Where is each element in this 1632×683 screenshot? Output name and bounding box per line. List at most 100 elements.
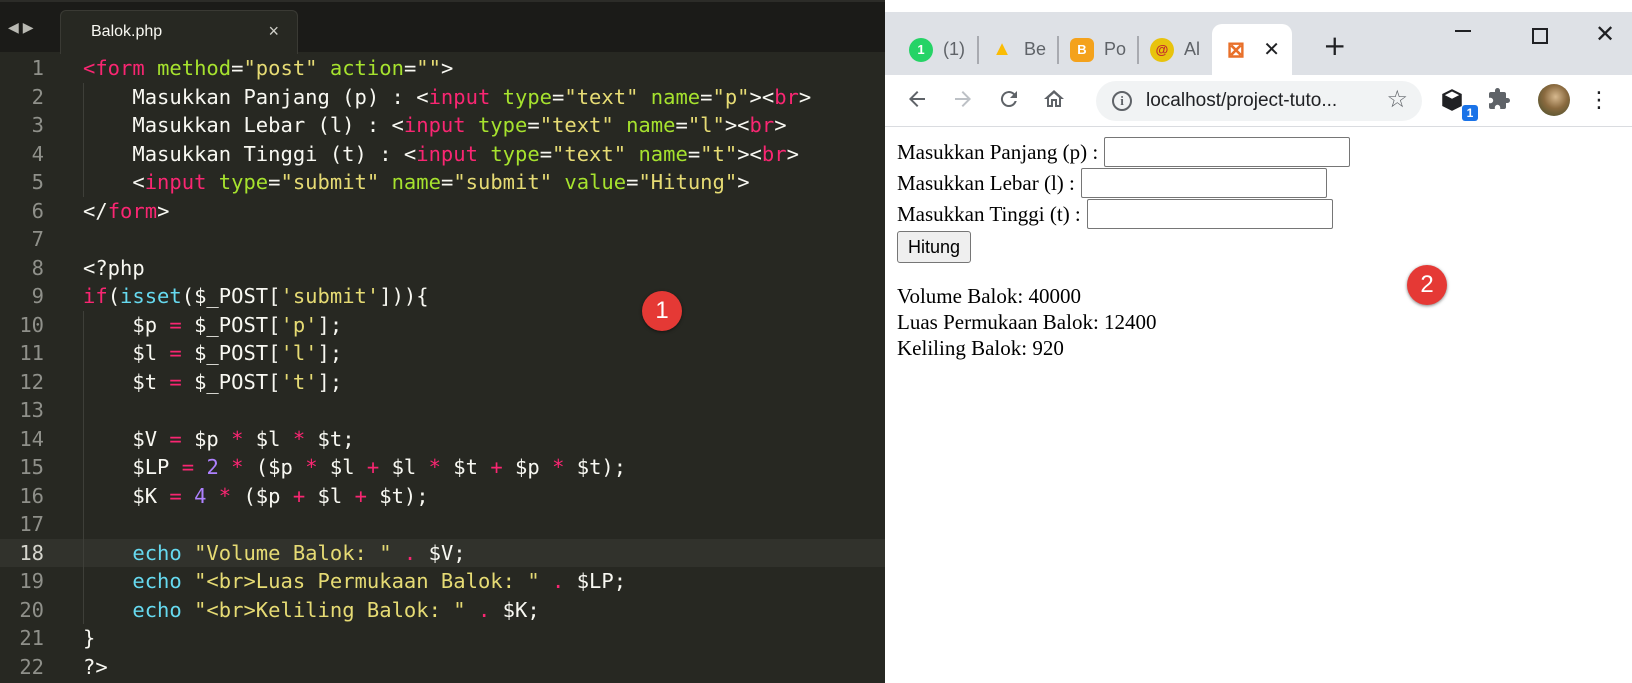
code-line: 20 echo "<br>Keliling Balok: " . $K; <box>0 595 885 624</box>
code-line: 7 <box>0 225 885 254</box>
code-text: <?php <box>83 255 145 280</box>
line-number: 19 <box>19 569 44 593</box>
annotation-marker-2: 2 <box>1407 265 1447 305</box>
new-tab-button[interactable]: + <box>1323 32 1346 60</box>
browser-tab-al[interactable]: @ Al <box>1150 24 1208 75</box>
line-number: 21 <box>19 626 44 650</box>
adsense-icon: ▲ <box>992 38 1012 60</box>
code-line: 14 $V = $p * $l * $t; <box>0 424 885 453</box>
bookmark-star-icon[interactable]: ☆ <box>1386 85 1408 113</box>
editor-tab-title: Balok.php <box>91 23 163 40</box>
address-bar[interactable]: i localhost/project-tuto... ☆ <box>1096 81 1422 121</box>
site-logo-icon: @ <box>1150 37 1174 62</box>
line-number: 8 <box>31 255 44 280</box>
hitung-button[interactable]: Hitung <box>897 231 972 263</box>
code-line: 6 </form> <box>0 197 885 226</box>
line-number: 3 <box>31 113 44 137</box>
line-number: 20 <box>19 597 44 622</box>
browser-tab-blogger[interactable]: B Po <box>1070 24 1130 75</box>
close-icon[interactable]: × <box>268 21 279 42</box>
code-text: $V = $p * $l * $t; <box>83 426 355 451</box>
url-text: localhost/project-tuto... <box>1146 90 1338 111</box>
code-text: echo "<br>Luas Permukaan Balok: " . $LP; <box>132 569 627 593</box>
line-number: 13 <box>19 398 44 422</box>
tinggi-label: Masukkan Tinggi (t) : <box>897 201 1081 226</box>
code-line: 21} <box>0 624 885 653</box>
back-icon[interactable] <box>903 87 931 115</box>
xampp-icon: ⊠ <box>1224 37 1248 62</box>
tinggi-row: Masukkan Tinggi (t) : <box>897 199 1333 229</box>
info-icon[interactable]: i <box>1112 91 1132 111</box>
browser-toolbar: i localhost/project-tuto... ☆ 1 ⋮ <box>885 75 1632 127</box>
tinggi-input[interactable] <box>1086 199 1333 229</box>
line-number: 10 <box>19 312 44 337</box>
code-line: 19 echo "<br>Luas Permukaan Balok: " . $… <box>0 567 885 596</box>
browser-tab-whatsapp[interactable]: 1 (1) <box>909 24 973 75</box>
editor-nav-arrows[interactable]: ◀▶ <box>8 20 38 36</box>
code-text: $t = $_POST['t']; <box>83 369 343 394</box>
lebar-label: Masukkan Lebar (l) : <box>897 170 1075 195</box>
panjang-input[interactable] <box>1104 137 1351 167</box>
browser-tab-title: Al <box>1184 39 1201 59</box>
code-text: $K = 4 * ($p + $l + $t); <box>83 483 429 508</box>
home-icon[interactable] <box>1040 87 1068 115</box>
maximize-icon[interactable] <box>1532 28 1548 44</box>
code-text: <input type="submit" name="submit" value… <box>83 170 750 194</box>
profile-avatar[interactable] <box>1538 84 1570 116</box>
code-line: 11 $l = $_POST['l']; <box>0 339 885 368</box>
window-close-icon[interactable]: ✕ <box>1595 20 1615 48</box>
line-number: 17 <box>19 512 44 536</box>
minimize-icon[interactable] <box>1455 30 1471 32</box>
code-text: <form method="post" action=""> <box>83 56 454 80</box>
extension-badge: 1 <box>1462 105 1478 121</box>
panjang-row: Masukkan Panjang (p) : <box>897 137 1351 167</box>
editor-tab-bar: ◀▶ Balok.php × <box>0 0 885 54</box>
line-number: 4 <box>31 141 44 166</box>
browser-tab-active-xampp[interactable]: ⊠ ✕ <box>1212 24 1292 75</box>
line-number: 18 <box>19 540 44 565</box>
lebar-input[interactable] <box>1080 168 1327 198</box>
forward-icon[interactable] <box>949 87 977 115</box>
code-text: ?> <box>83 654 108 679</box>
code-line: 2 Masukkan Panjang (p) : <input type="te… <box>0 82 885 111</box>
code-editor: ◀▶ Balok.php × 1 <form method="post" acti… <box>0 0 885 683</box>
back-arrow-icon[interactable]: ◀ <box>8 20 23 36</box>
code-line: 3 Masukkan Lebar (l) : <input type="text… <box>0 111 885 140</box>
line-number: 11 <box>19 341 44 365</box>
editor-tab-balok[interactable]: Balok.php × <box>60 10 298 54</box>
close-icon[interactable]: ✕ <box>1263 37 1280 62</box>
code-text: Masukkan Lebar (l) : <input type="text" … <box>83 113 787 137</box>
forward-arrow-icon[interactable]: ▶ <box>23 20 38 36</box>
code-area[interactable]: 1 <form method="post" action=""> 2 Masukk… <box>0 54 885 681</box>
code-line: 4 Masukkan Tinggi (t) : <input type="tex… <box>0 139 885 168</box>
more-menu-icon[interactable]: ⋮ <box>1585 87 1613 115</box>
code-text: Masukkan Tinggi (t) : <input type="text"… <box>83 141 799 166</box>
browser-tab-title: Po <box>1104 39 1127 59</box>
code-line-active: 18 echo "Volume Balok: " . $V; <box>0 538 885 567</box>
code-line: 16 $K = 4 * ($p + $l + $t); <box>0 481 885 510</box>
whatsapp-icon: 1 <box>909 37 933 62</box>
code-line: 22 ?> <box>0 653 885 682</box>
browser-tab-adsense[interactable]: ▲ Be <box>990 24 1050 75</box>
page-content: Masukkan Panjang (p) : Masukkan Lebar (l… <box>885 128 1632 683</box>
code-line: 12 $t = $_POST['t']; <box>0 367 885 396</box>
blogger-icon: B <box>1070 37 1094 62</box>
annotation-marker-1: 1 <box>642 291 682 331</box>
line-number: 15 <box>19 455 44 479</box>
code-line: 17 <box>0 510 885 539</box>
code-line: 8 <?php <box>0 254 885 283</box>
line-number: 14 <box>19 426 44 451</box>
code-text: Masukkan Panjang (p) : <input type="text… <box>83 84 812 109</box>
line-number: 16 <box>19 483 44 508</box>
line-number: 1 <box>31 56 44 80</box>
browser-tab-title: (1) <box>943 39 965 59</box>
line-number: 12 <box>19 369 44 394</box>
line-number: 6 <box>31 198 44 223</box>
code-line: 15 $LP = 2 * ($p * $l + $l * $t + $p * $… <box>0 453 885 482</box>
extensions-puzzle-icon[interactable] <box>1485 87 1513 115</box>
panjang-label: Masukkan Panjang (p) : <box>897 139 1099 164</box>
code-text: echo "Volume Balok: " . $V; <box>132 540 466 565</box>
code-text: </form> <box>83 198 170 223</box>
reload-icon[interactable] <box>995 87 1023 115</box>
line-number: 7 <box>31 227 44 251</box>
